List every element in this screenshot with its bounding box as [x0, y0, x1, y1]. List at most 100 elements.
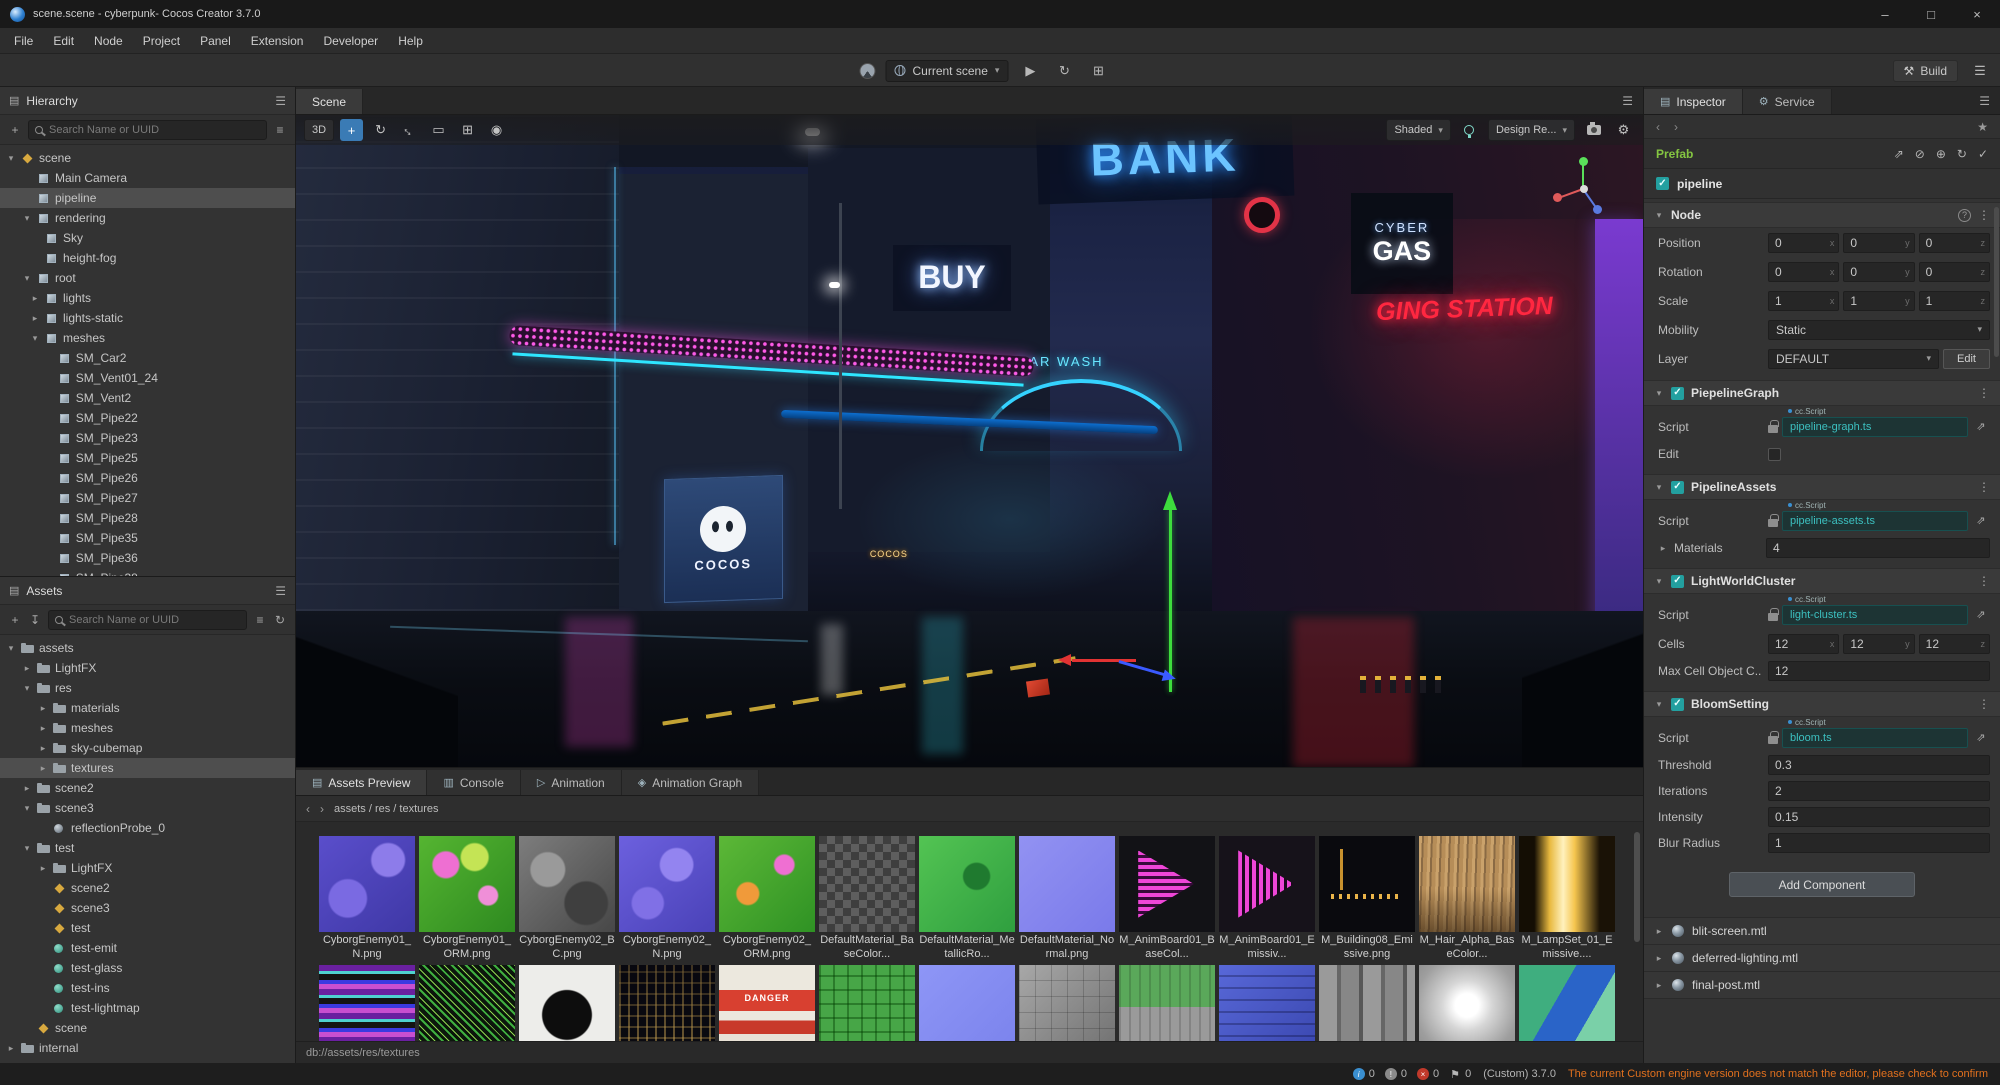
create-node-button[interactable]: +	[8, 123, 22, 137]
asset-tree-row[interactable]: test	[0, 918, 295, 938]
asset-tree-row[interactable]: ▸ sky-cubemap	[0, 738, 295, 758]
materials-count-field[interactable]: 4	[1766, 538, 1990, 558]
tab-service[interactable]: ⚙ Service	[1742, 89, 1832, 114]
assets-sort-icon[interactable]: ≡	[253, 613, 267, 627]
position-y-field[interactable]: 0y	[1843, 232, 1915, 253]
scene-viewport[interactable]: BANK BUY CYBER GAS GING STATION CAR WASH	[296, 115, 1643, 767]
asset-thumbnail[interactable]: CyborgEnemy01_ORM.png	[418, 836, 516, 961]
asset-thumbnail[interactable]	[1218, 965, 1316, 1041]
expand-arrow-icon[interactable]: ▾	[6, 153, 16, 164]
preview-tab[interactable]: ▤ Assets Preview	[296, 770, 428, 795]
preview-tab[interactable]: ◈ Animation Graph	[621, 770, 760, 795]
apply-prefab-icon[interactable]: ✓	[1978, 147, 1988, 161]
rotation-y-field[interactable]: 0y	[1843, 261, 1915, 282]
inspector-scrollbar[interactable]	[1994, 207, 1999, 357]
expand-arrow-icon[interactable]: ▾	[22, 843, 32, 854]
translate-gizmo-y-axis[interactable]	[1168, 509, 1172, 692]
minimize-button[interactable]: –	[1862, 0, 1908, 28]
scale-y-field[interactable]: 1y	[1843, 290, 1915, 311]
history-forward-icon[interactable]: ›	[1674, 120, 1678, 134]
asset-thumbnail[interactable]	[518, 965, 616, 1041]
inspector-panel-menu-icon[interactable]: ☰	[1979, 94, 1990, 108]
navigation-axis-gizmo[interactable]	[1551, 155, 1617, 221]
component-enabled-checkbox[interactable]: ✓	[1671, 574, 1684, 588]
engine-version-warning[interactable]: The current Custom engine version does n…	[1568, 1068, 1988, 1080]
expand-arrow-icon[interactable]: ▾	[22, 213, 32, 224]
asset-thumbnail[interactable]: M_LampSet_01_Emissive....	[1518, 836, 1616, 961]
tab-scene[interactable]: Scene	[296, 89, 364, 114]
expand-arrow-icon[interactable]: ▸	[1654, 926, 1664, 937]
locate-prefab-icon[interactable]: ⊕	[1936, 147, 1946, 161]
assets-search-input[interactable]	[48, 609, 247, 630]
menu-item[interactable]: Edit	[43, 28, 84, 54]
expand-arrow-icon[interactable]: ▸	[38, 723, 48, 734]
expand-arrow-icon[interactable]: ▸	[30, 293, 40, 304]
component-enabled-checkbox[interactable]: ✓	[1671, 480, 1684, 494]
hierarchy-node-row[interactable]: SM_Pipe22	[0, 408, 295, 428]
expand-arrow-icon[interactable]: ▸	[1654, 953, 1664, 964]
hierarchy-menu-icon[interactable]: ☰	[275, 94, 286, 108]
nav-back-icon[interactable]: ‹	[306, 802, 310, 816]
more-options-icon[interactable]: ⋮	[1978, 574, 1990, 588]
asset-tree-row[interactable]: test-glass	[0, 958, 295, 978]
menu-item[interactable]: Help	[388, 28, 433, 54]
menu-item[interactable]: File	[4, 28, 43, 54]
hierarchy-node-row[interactable]: SM_Pipe36	[0, 548, 295, 568]
hierarchy-node-row[interactable]: ▾ scene	[0, 148, 295, 168]
nav-forward-icon[interactable]: ›	[320, 802, 324, 816]
position-z-field[interactable]: 0z	[1918, 232, 1990, 253]
layer-edit-button[interactable]: Edit	[1943, 348, 1990, 369]
play-button[interactable]: ▶	[1018, 60, 1042, 82]
asset-tree-row[interactable]: ▸ meshes	[0, 718, 295, 738]
menu-item[interactable]: Node	[84, 28, 133, 54]
scale-z-field[interactable]: 1z	[1918, 290, 1990, 311]
cells-z-field[interactable]: 12 z	[1918, 633, 1990, 654]
asset-thumbnail[interactable]	[1418, 965, 1516, 1041]
pipelinegraph-component-header[interactable]: ▾ ✓ PiepelineGraph ⋮	[1644, 380, 2000, 406]
asset-tree-row[interactable]: ▾ res	[0, 678, 295, 698]
status-count[interactable]: 0	[1384, 1068, 1407, 1080]
asset-thumbnail[interactable]: CyborgEnemy01_N.png	[318, 836, 416, 961]
x-axis-handle[interactable]	[1553, 193, 1562, 202]
expand-arrow-icon[interactable]: ▾	[22, 273, 32, 284]
collapse-arrow-icon[interactable]: ▾	[1654, 482, 1664, 493]
expand-arrow-icon[interactable]: ▸	[22, 663, 32, 674]
open-script-icon[interactable]: ⇗	[1972, 417, 1990, 437]
hierarchy-node-row[interactable]: SM_Pipe35	[0, 528, 295, 548]
scene-panel-menu-icon[interactable]: ☰	[1622, 94, 1633, 108]
expand-arrow-icon[interactable]: ▸	[1658, 543, 1668, 554]
bloomsetting-component-header[interactable]: ▾ ✓ BloomSetting ⋮	[1644, 691, 2000, 717]
hierarchy-node-row[interactable]: ▾ root	[0, 268, 295, 288]
tab-inspector[interactable]: ▤ Inspector	[1644, 89, 1743, 114]
asset-thumbnail[interactable]	[418, 965, 516, 1041]
asset-thumbnail[interactable]: DefaultMaterial_Normal.png	[1018, 836, 1116, 961]
status-count[interactable]: 0	[1352, 1068, 1375, 1080]
asset-tree-row[interactable]: ▸ internal	[0, 1038, 295, 1058]
hierarchy-node-row[interactable]: SM_Vent01_24	[0, 368, 295, 388]
expand-arrow-icon[interactable]: ▸	[38, 863, 48, 874]
material-asset-row[interactable]: ▸ blit-screen.mtl	[1644, 918, 2000, 945]
collapse-arrow-icon[interactable]: ▾	[1654, 699, 1664, 710]
node-active-checkbox[interactable]: ✓	[1656, 177, 1669, 190]
asset-tree-row[interactable]: ▸ materials	[0, 698, 295, 718]
translate-gizmo-x-arrowhead[interactable]	[1058, 653, 1072, 666]
more-options-icon[interactable]: ⋮	[1978, 386, 1990, 400]
mobility-dropdown[interactable]: Static ▾	[1768, 319, 1990, 340]
hierarchy-node-row[interactable]: ▸ lights	[0, 288, 295, 308]
move-tool-icon[interactable]: +	[340, 119, 364, 141]
hierarchy-node-row[interactable]: Sky	[0, 228, 295, 248]
expand-arrow-icon[interactable]: ▾	[22, 803, 32, 814]
hierarchy-filter-icon[interactable]: ≡	[273, 123, 287, 137]
menu-item[interactable]: Panel	[190, 28, 241, 54]
restart-button[interactable]: ↻	[1052, 60, 1076, 82]
asset-thumbnail[interactable]: M_Hair_Alpha_BaseColor...	[1418, 836, 1516, 961]
bloom-property-field[interactable]: 1	[1768, 833, 1990, 853]
camera-snapshot-icon[interactable]	[1582, 119, 1605, 141]
edit-prefab-icon[interactable]: ⇗	[1894, 147, 1904, 161]
open-script-icon[interactable]: ⇗	[1972, 605, 1990, 625]
asset-thumbnail[interactable]	[818, 965, 916, 1041]
cells-y-field[interactable]: 12 y	[1843, 633, 1915, 654]
assets-menu-icon[interactable]: ☰	[275, 584, 286, 598]
reset-prefab-icon[interactable]: ↻	[1957, 147, 1967, 161]
asset-tree-row[interactable]: scene	[0, 1018, 295, 1038]
